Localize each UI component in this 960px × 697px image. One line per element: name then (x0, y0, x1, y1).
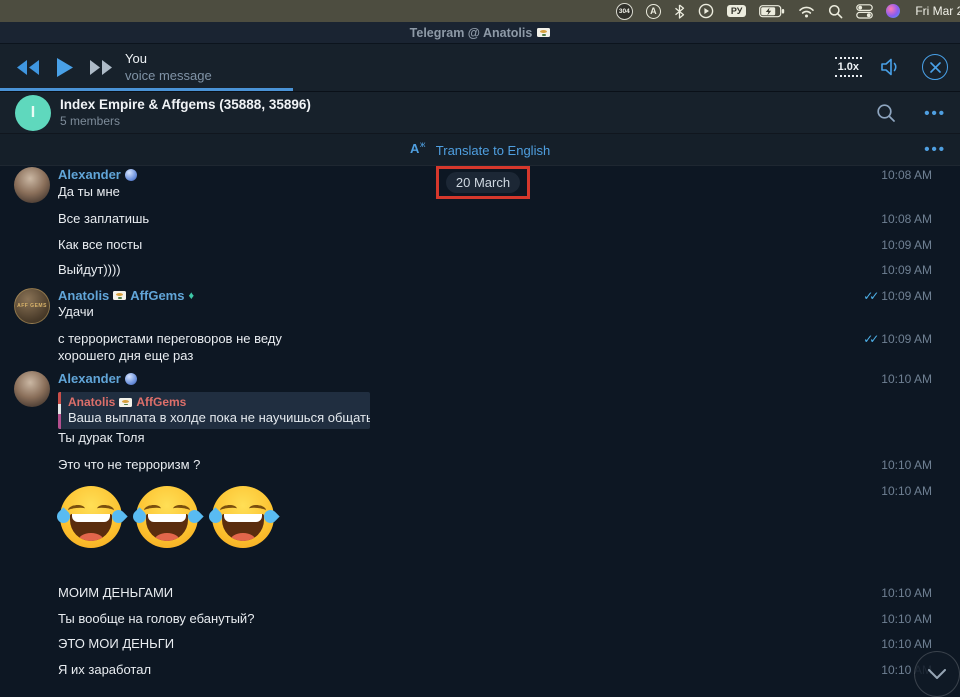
message-time: 10:10 AM (881, 458, 932, 472)
message-time: 10:10 AM (881, 372, 932, 386)
message-text[interactable]: Ты вообще на голову ебанутый? (58, 611, 254, 626)
message-time: 10:08 AM (881, 212, 932, 226)
gem-emoji: ♦ (188, 290, 194, 302)
message-time: 10:09 AM (881, 263, 932, 277)
chat-menu-kebab-icon[interactable]: ••• (924, 106, 946, 121)
menu-bar-clock[interactable]: Fri Mar 21 (913, 4, 960, 18)
reply-quoted-text: Ваша выплата в холде пока не научишься о… (68, 410, 362, 425)
spotlight-search-icon[interactable] (828, 4, 843, 19)
message-time: 10:10 AM (881, 637, 932, 651)
bluetooth-icon[interactable] (674, 4, 685, 19)
translate-label: Translate to English (436, 143, 550, 158)
avatar-alexander[interactable] (14, 371, 50, 407)
read-checks-icon: ✓✓ (863, 332, 875, 346)
siri-icon[interactable] (886, 4, 900, 18)
disco-ball-emoji (125, 169, 137, 181)
window-title: Telegram @ Anatolis (410, 26, 533, 40)
fast-forward-button[interactable] (87, 58, 115, 77)
sender-name-alexander[interactable]: Alexander (58, 371, 137, 386)
message-text[interactable]: Ты дурак Толя (58, 430, 145, 445)
translate-icon: Aж (410, 139, 428, 161)
laughing-emoji-message[interactable] (60, 486, 274, 548)
read-checks-icon: ✓✓ (863, 289, 875, 303)
sender-name-anatolis[interactable]: Anatolis AffGems ♦ (58, 288, 194, 303)
message-text[interactable]: ЭТО МОИ ДЕНЬГИ (58, 636, 174, 651)
control-center-icon[interactable] (856, 4, 873, 19)
message-text[interactable]: Это что не терроризм ? (58, 457, 200, 472)
cyprus-flag-emoji (113, 291, 126, 300)
message-time: ✓✓10:09 AM (863, 332, 932, 346)
reply-stripe (58, 392, 61, 429)
message-text[interactable]: Удачи (58, 304, 94, 319)
input-source-ru[interactable]: РУ (727, 5, 746, 17)
avatar-alexander[interactable] (14, 167, 50, 203)
red-annotation-box: 20 March (436, 166, 530, 199)
message-time: 10:10 AM (881, 586, 932, 600)
window-title-bar: Telegram @ Anatolis (0, 22, 960, 44)
laughing-emoji (136, 486, 198, 548)
chat-title: Index Empire & Affgems (35888, 35896) (60, 97, 311, 112)
rewind-button[interactable] (14, 58, 42, 77)
chat-avatar[interactable]: I (15, 95, 51, 131)
message-text[interactable]: Как все посты (58, 237, 142, 252)
app-badge-304[interactable]: 304 (616, 3, 633, 20)
player-media-type: voice message (125, 68, 212, 83)
close-player-button[interactable] (922, 54, 948, 80)
voice-player-bar: You voice message 1.0x (0, 44, 960, 92)
svg-text:A: A (410, 141, 420, 156)
date-chip[interactable]: 20 March (446, 172, 520, 193)
svg-text:ж: ж (420, 140, 426, 149)
playback-speed-button[interactable]: 1.0x (835, 57, 862, 77)
chat-members-count: 5 members (60, 114, 120, 128)
message-time: 10:10 AM (881, 484, 932, 498)
player-progress-bar[interactable] (0, 88, 960, 91)
battery-charging-icon[interactable] (759, 5, 785, 18)
scroll-to-bottom-button[interactable] (914, 651, 960, 697)
message-time: 10:09 AM (881, 238, 932, 252)
laughing-emoji (60, 486, 122, 548)
speaker-icon[interactable] (878, 55, 906, 79)
sender-name-alexander[interactable]: Alexander (58, 167, 137, 182)
message-text[interactable]: Все заплатишь (58, 211, 149, 226)
macos-menu-bar: 304 A РУ Fri Mar 21 (0, 0, 960, 22)
laughing-emoji (212, 486, 274, 548)
message-time: 10:08 AM (881, 168, 932, 182)
message-text[interactable]: Я их заработал (58, 662, 151, 677)
playback-icon[interactable] (698, 3, 714, 19)
message-text[interactable]: Да ты мне (58, 184, 120, 199)
disco-ball-emoji (125, 373, 137, 385)
wifi-icon[interactable] (798, 5, 815, 18)
message-text[interactable]: с террористами переговоров не веду хорош… (58, 330, 282, 364)
chat-header[interactable]: I Index Empire & Affgems (35888, 35896) … (0, 92, 960, 134)
anarchy-app-icon[interactable]: A (646, 4, 661, 19)
player-sender: You (125, 51, 212, 66)
message-text[interactable]: Выйдут)))) (58, 262, 121, 277)
player-progress-fill (0, 88, 293, 91)
reply-quote[interactable]: Anatolis AffGems Ваша выплата в холде по… (58, 392, 370, 429)
search-icon[interactable] (876, 103, 896, 123)
message-text[interactable]: МОИМ ДЕНЬГАМИ (58, 585, 173, 600)
avatar-affgems[interactable]: AFF GEMS (14, 288, 50, 324)
translate-bar[interactable]: Aж Translate to English ••• (0, 134, 960, 166)
cyprus-flag-emoji (119, 398, 132, 407)
message-time: 10:10 AM (881, 612, 932, 626)
cyprus-flag-emoji (537, 28, 550, 37)
play-button[interactable] (54, 56, 75, 79)
translate-kebab-icon[interactable]: ••• (924, 142, 946, 157)
message-time: ✓✓10:09 AM (863, 289, 932, 303)
